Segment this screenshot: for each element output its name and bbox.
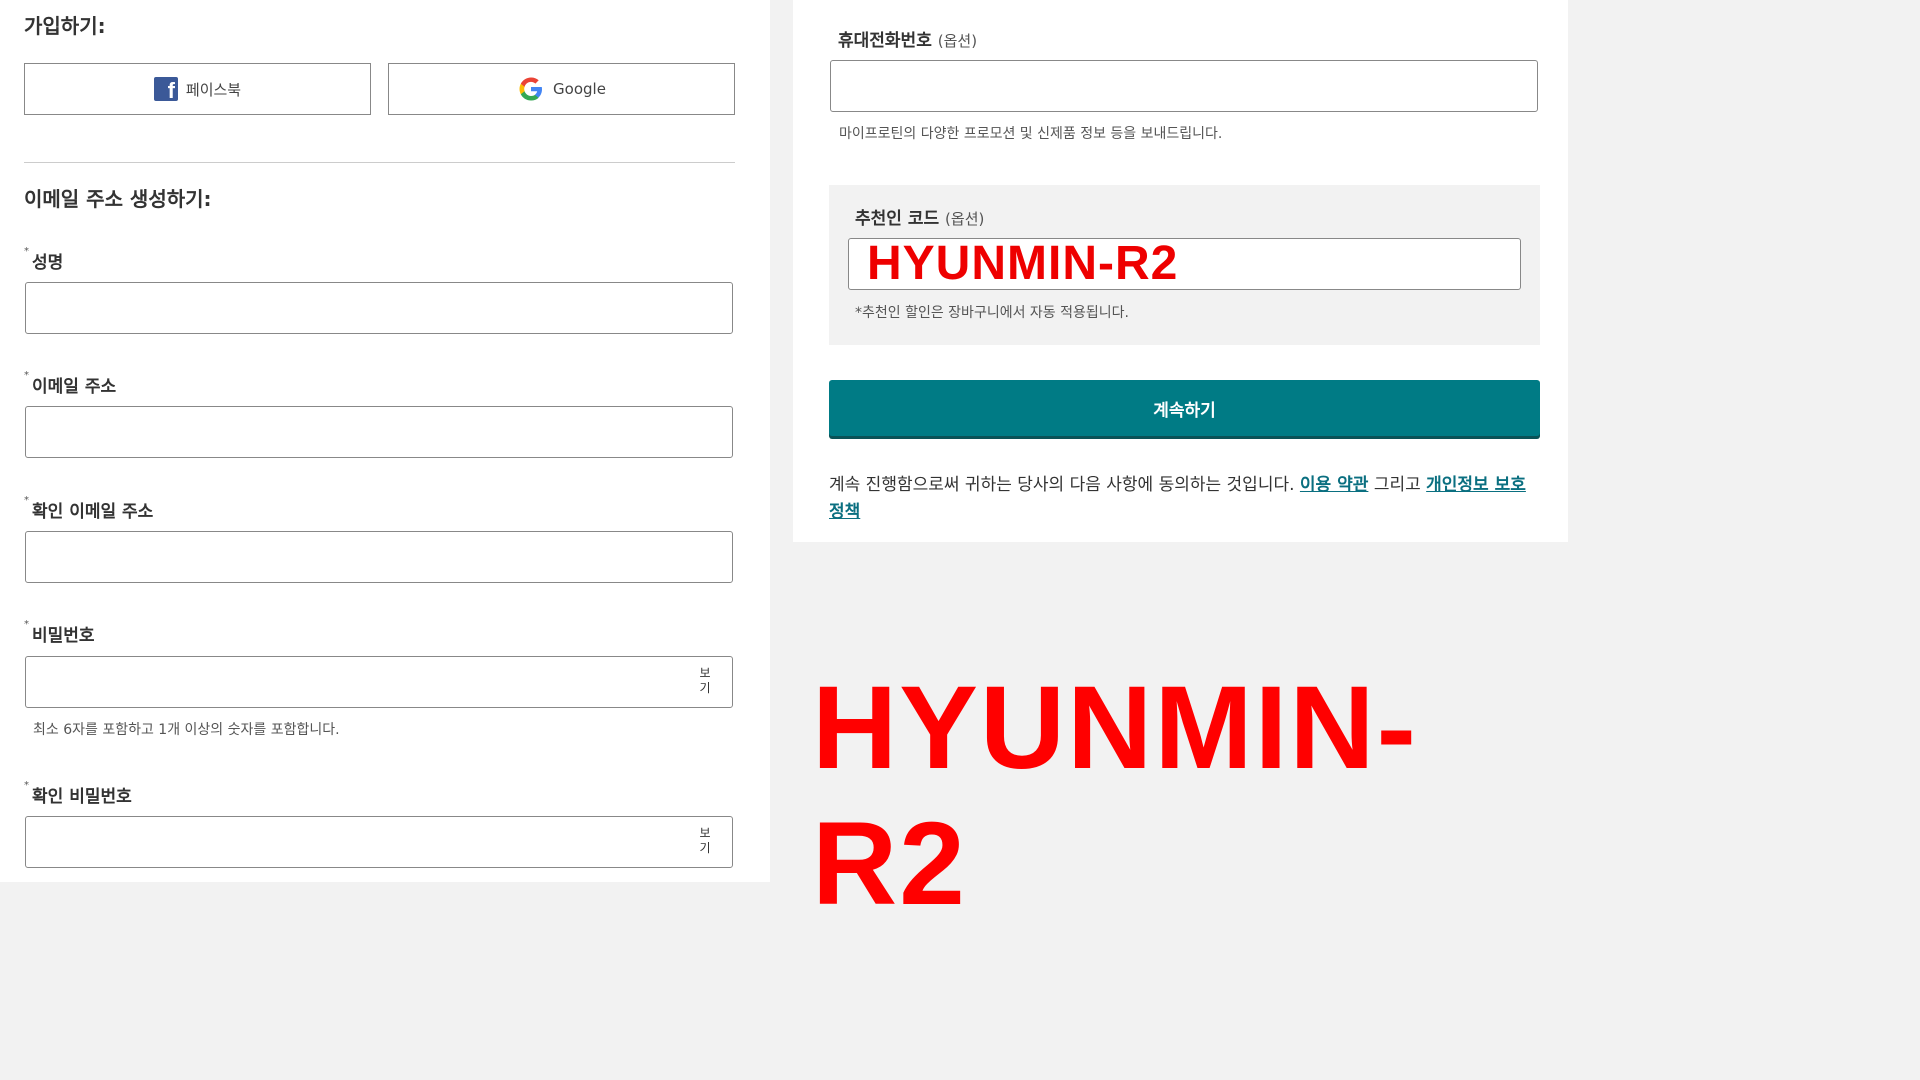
password-show-button[interactable]: 보기 bbox=[698, 666, 712, 696]
terms-and: 그리고 bbox=[1373, 475, 1421, 495]
required-mark: * bbox=[24, 619, 29, 630]
facebook-icon bbox=[153, 77, 178, 104]
confirm-password-label: *확인 비밀번호 bbox=[24, 780, 132, 807]
required-mark: * bbox=[24, 246, 29, 257]
create-email-title: 이메일 주소 생성하기: bbox=[24, 187, 212, 211]
referral-label: 추천인 코드 (옵션) bbox=[855, 209, 985, 229]
confirm-email-label: *확인 이메일 주소 bbox=[24, 495, 154, 522]
phone-label: 휴대전화번호 (옵션) bbox=[838, 31, 978, 51]
password-input[interactable]: 보기 bbox=[25, 656, 733, 708]
referral-hint: *추천인 할인은 장바구니에서 자동 적용됩니다. bbox=[855, 305, 1129, 321]
required-mark: * bbox=[24, 780, 29, 791]
confirm-password-show-button[interactable]: 보기 bbox=[698, 826, 712, 856]
facebook-label: 페이스북 bbox=[185, 80, 242, 99]
name-label: *성명 bbox=[24, 246, 64, 273]
email-input[interactable] bbox=[25, 406, 733, 458]
confirm-email-input[interactable] bbox=[25, 531, 733, 583]
facebook-signup-button[interactable]: 페이스북 bbox=[24, 63, 371, 115]
required-mark: * bbox=[24, 370, 29, 381]
referral-code-overlay: HYUNMIN-R2 bbox=[812, 662, 1418, 930]
name-input[interactable] bbox=[25, 282, 733, 334]
google-signup-button[interactable]: Google bbox=[388, 63, 735, 115]
google-icon bbox=[517, 75, 545, 103]
optional-tag: (옵션) bbox=[937, 32, 978, 50]
section-divider bbox=[24, 162, 735, 163]
password-label: *비밀번호 bbox=[24, 619, 95, 646]
confirm-password-input[interactable]: 보기 bbox=[25, 816, 733, 868]
terms-notice: 계속 진행함으로써 귀하는 당사의 다음 사항에 동의하는 것입니다. 이용 약… bbox=[829, 472, 1541, 526]
terms-text: 계속 진행함으로써 귀하는 당사의 다음 사항에 동의하는 것입니다. bbox=[829, 475, 1295, 495]
optional-tag: (옵션) bbox=[945, 210, 985, 228]
continue-button[interactable]: 계속하기 bbox=[829, 380, 1540, 436]
terms-of-use-link[interactable]: 이용 약관 bbox=[1300, 475, 1368, 495]
phone-hint: 마이프로틴의 다양한 프로모션 및 신제품 정보 등을 보내드립니다. bbox=[839, 126, 1223, 142]
required-mark: * bbox=[24, 495, 29, 506]
signup-title: 가입하기: bbox=[24, 14, 106, 38]
referral-code-input[interactable]: HYUNMIN-R2 bbox=[848, 238, 1521, 290]
google-label: Google bbox=[553, 80, 606, 98]
email-label: *이메일 주소 bbox=[24, 370, 117, 397]
password-hint: 최소 6자를 포함하고 1개 이상의 숫자를 포함합니다. bbox=[33, 722, 340, 738]
phone-input[interactable] bbox=[830, 60, 1538, 112]
